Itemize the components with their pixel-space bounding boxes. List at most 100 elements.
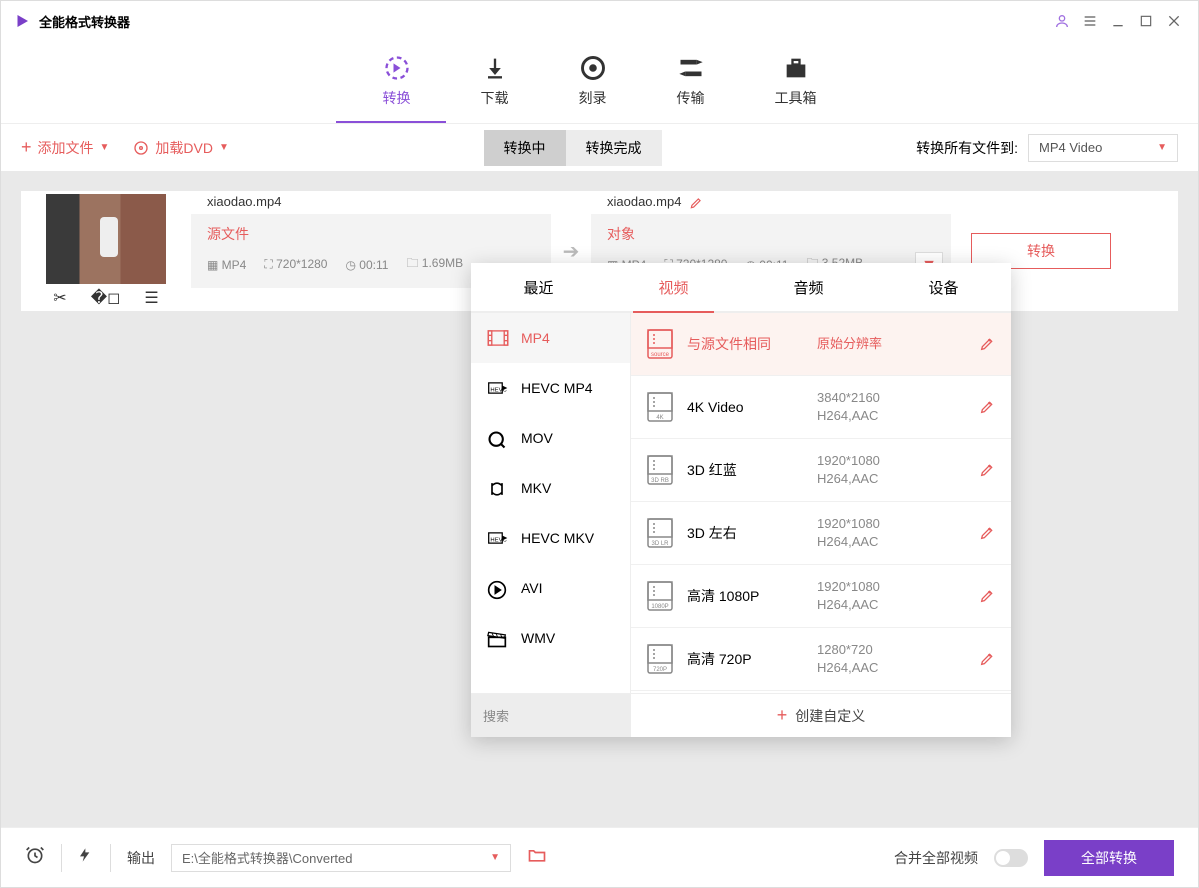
resolution-item[interactable]: 4K4K Video3840*2160H264,AAC <box>631 376 1011 439</box>
format-item-hevc-mkv[interactable]: HEVCHEVC MKV <box>471 513 630 563</box>
popup-tab-video[interactable]: 视频 <box>606 263 741 311</box>
alarm-icon[interactable] <box>25 845 45 870</box>
format-icon <box>487 480 509 496</box>
nav-convert[interactable]: 转换 <box>383 54 411 108</box>
resolution-item[interactable]: 720P高清 720P1280*720H264,AAC <box>631 628 1011 691</box>
resolution-list: source与源文件相同原始分辨率4K4K Video3840*2160H264… <box>631 313 1011 693</box>
convert-all-button[interactable]: 全部转换 <box>1044 840 1174 876</box>
format-popup: 最近 视频 音频 设备 MP4HEVCHEVC MP4 MOV MKV HEVCHEV… <box>471 263 1011 737</box>
crop-icon[interactable]: �◻ <box>91 288 121 308</box>
format-item-mkv[interactable]: MKV <box>471 463 630 513</box>
toolbox-icon <box>782 54 810 82</box>
merge-label: 合并全部视频 <box>894 848 978 868</box>
merge-toggle[interactable] <box>994 849 1028 867</box>
nav-toolbox[interactable]: 工具箱 <box>775 54 817 108</box>
edit-resolution-icon[interactable] <box>979 399 995 415</box>
add-file-button[interactable]: + 添加文件 ▼ <box>21 137 109 158</box>
svg-text:720P: 720P <box>653 667 667 673</box>
format-item-wmv[interactable]: WMV <box>471 613 630 663</box>
edit-resolution-icon[interactable] <box>979 336 995 352</box>
trim-icon[interactable]: ✂ <box>53 288 66 308</box>
target-format-select[interactable]: MP4 Video ▼ <box>1028 134 1178 162</box>
resolution-item[interactable]: 3D LR3D 左右1920*1080H264,AAC <box>631 502 1011 565</box>
format-item-mov[interactable]: MOV <box>471 413 630 463</box>
nav-download-label: 下载 <box>481 88 509 108</box>
nav-burn[interactable]: 刻录 <box>579 54 607 108</box>
popup-tab-recent[interactable]: 最近 <box>471 263 606 311</box>
tab-converting[interactable]: 转换中 <box>484 130 566 166</box>
search-input[interactable]: 搜索 <box>471 694 631 737</box>
app-title: 全能格式转换器 <box>39 12 130 31</box>
transfer-icon <box>677 54 705 82</box>
format-item-mp4[interactable]: MP4 <box>471 313 630 363</box>
user-icon[interactable] <box>1050 9 1074 33</box>
resolution-name: 与源文件相同 <box>687 334 817 354</box>
load-dvd-button[interactable]: 加载DVD ▼ <box>133 138 228 158</box>
video-thumbnail[interactable] <box>46 194 166 284</box>
format-icon <box>487 580 509 596</box>
nav-burn-label: 刻录 <box>579 88 607 108</box>
svg-text:3D RB: 3D RB <box>651 478 669 484</box>
resolution-item[interactable]: 3D RB3D 红蓝1920*1080H264,AAC <box>631 439 1011 502</box>
edit-filename-icon[interactable] <box>689 196 703 210</box>
create-custom-label: 创建自定义 <box>795 706 865 726</box>
format-item-hevc-mp4[interactable]: HEVCHEVC MP4 <box>471 363 630 413</box>
resolution-name: 4K Video <box>687 399 817 415</box>
edit-resolution-icon[interactable] <box>979 588 995 604</box>
close-button[interactable] <box>1162 9 1186 33</box>
minimize-button[interactable] <box>1106 9 1130 33</box>
main-nav: 转换 下载 刻录 传输 工具箱 <box>1 41 1198 121</box>
open-folder-icon[interactable] <box>527 845 547 870</box>
edit-resolution-icon[interactable] <box>979 462 995 478</box>
output-label: 输出 <box>127 848 155 868</box>
settings-icon[interactable]: ☰ <box>144 288 158 308</box>
content-area: ✂ �◻ ☰ xiaodao.mp4 源文件 ▦ MP4 ⛶ 720*1280 … <box>1 171 1198 827</box>
resolution-name: 3D 红蓝 <box>687 460 817 480</box>
svg-text:3D LR: 3D LR <box>651 541 669 547</box>
app-logo-icon <box>13 12 31 30</box>
format-label: HEVC MKV <box>521 530 594 546</box>
nav-convert-label: 转换 <box>383 88 411 108</box>
tab-done[interactable]: 转换完成 <box>566 130 662 166</box>
format-icon <box>487 330 509 346</box>
target-format-value: MP4 Video <box>1039 140 1102 155</box>
format-label: MKV <box>521 480 551 496</box>
nav-download[interactable]: 下载 <box>481 54 509 108</box>
nav-transfer[interactable]: 传输 <box>677 54 705 108</box>
output-path-value: E:\全能格式转换器\Converted <box>182 848 353 867</box>
resolution-item[interactable]: 1080P高清 1080P1920*1080H264,AAC <box>631 565 1011 628</box>
resolution-icon: 4K <box>647 392 673 422</box>
gpu-icon[interactable] <box>78 845 94 870</box>
src-size: 1.69MB <box>422 256 463 270</box>
resolution-name: 高清 1080P <box>687 586 817 606</box>
source-label: 源文件 <box>207 224 535 244</box>
arrow-icon: ➔ <box>551 239 591 264</box>
resolution-name: 高清 720P <box>687 649 817 669</box>
format-icon <box>487 430 509 446</box>
format-label: WMV <box>521 630 555 646</box>
resolution-item[interactable]: source与源文件相同原始分辨率 <box>631 313 1011 376</box>
popup-tab-device[interactable]: 设备 <box>876 263 1011 311</box>
tgt-filename: xiaodao.mp4 <box>607 194 703 210</box>
format-icon <box>487 630 509 646</box>
menu-icon[interactable] <box>1078 9 1102 33</box>
titlebar: 全能格式转换器 <box>1 1 1198 41</box>
format-item-avi[interactable]: AVI <box>471 563 630 613</box>
src-filename: xiaodao.mp4 <box>207 194 281 209</box>
resolution-icon: 3D RB <box>647 455 673 485</box>
svg-text:4K: 4K <box>656 415 663 421</box>
status-tabs: 转换中 转换完成 <box>484 130 662 166</box>
format-label: AVI <box>521 580 543 596</box>
edit-resolution-icon[interactable] <box>979 651 995 667</box>
edit-resolution-icon[interactable] <box>979 525 995 541</box>
add-file-label: 添加文件 <box>38 138 94 158</box>
bottom-bar: 输出 E:\全能格式转换器\Converted ▼ 合并全部视频 全部转换 <box>1 827 1198 887</box>
maximize-button[interactable] <box>1134 9 1158 33</box>
resolution-icon: 720P <box>647 644 673 674</box>
output-path-select[interactable]: E:\全能格式转换器\Converted ▼ <box>171 844 511 872</box>
format-label: MOV <box>521 430 553 446</box>
popup-tab-audio[interactable]: 音频 <box>741 263 876 311</box>
create-custom-button[interactable]: + 创建自定义 <box>631 694 1011 737</box>
format-label: HEVC MP4 <box>521 380 593 396</box>
burn-icon <box>579 54 607 82</box>
